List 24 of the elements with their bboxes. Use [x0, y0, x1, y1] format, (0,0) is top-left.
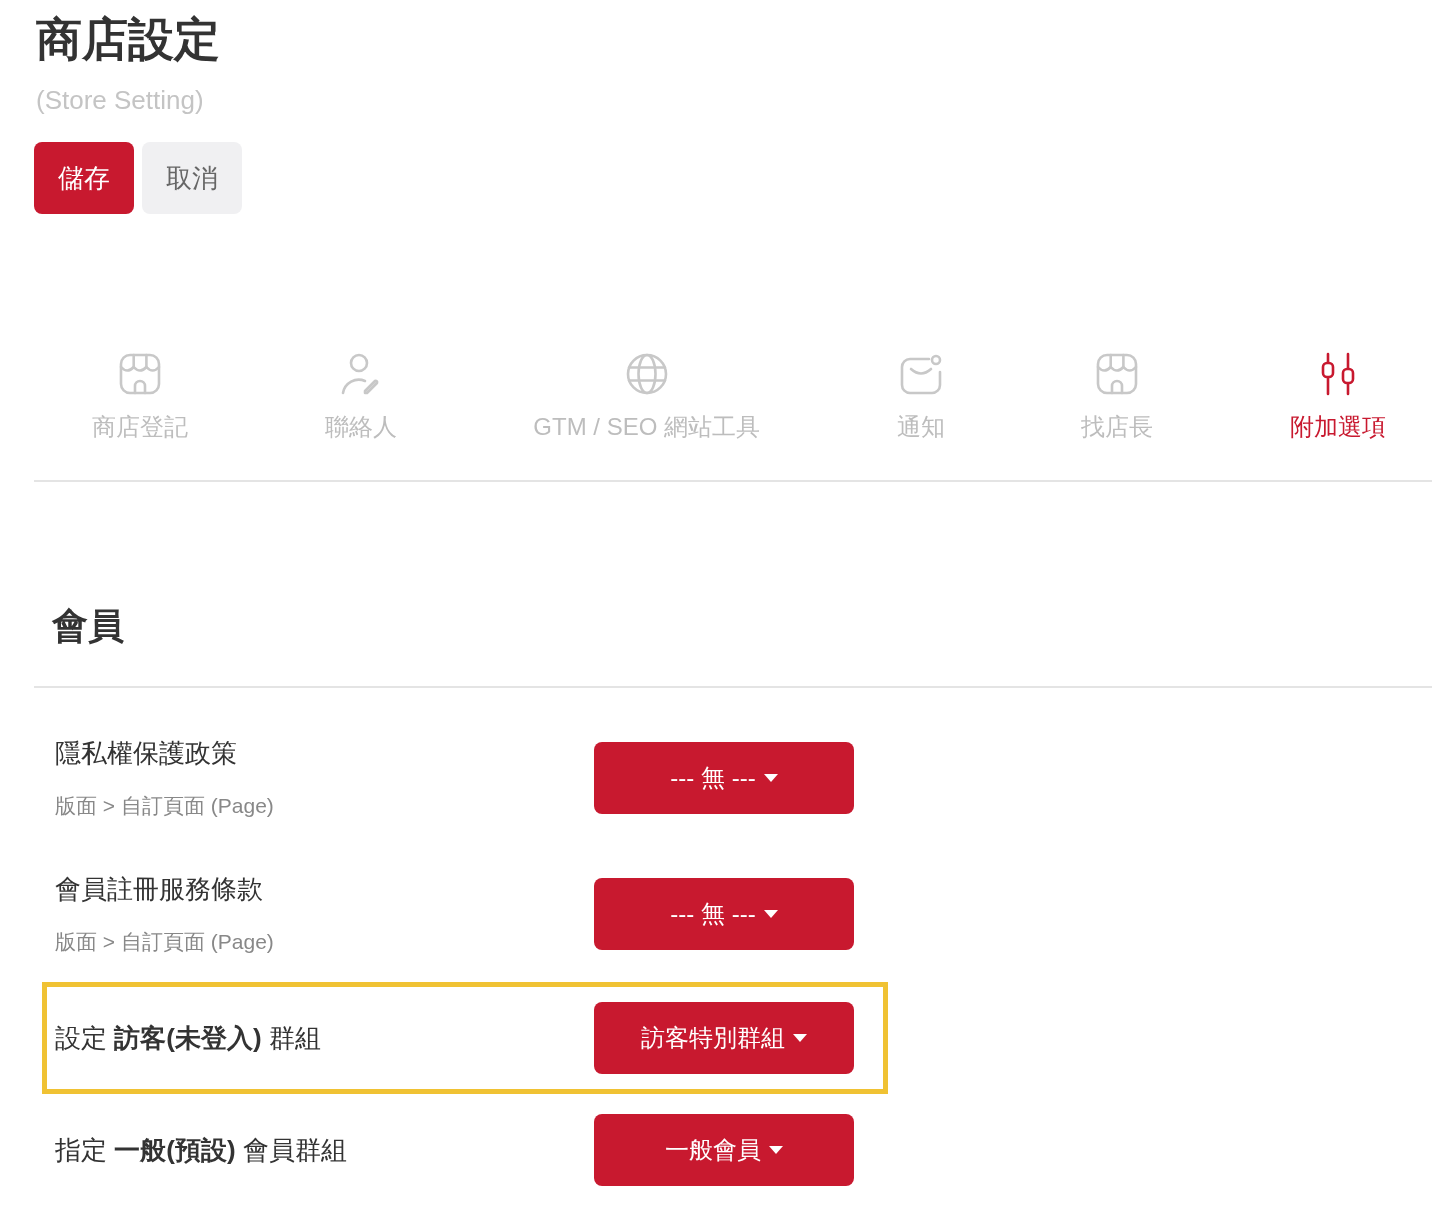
- section-title: 會員: [52, 604, 124, 648]
- caret-icon: [769, 1146, 783, 1154]
- cancel-button[interactable]: 取消: [142, 142, 242, 214]
- select-dropdown[interactable]: --- 無 ---: [594, 878, 854, 950]
- save-button[interactable]: 儲存: [34, 142, 134, 214]
- caret-icon: [763, 910, 778, 918]
- envelope-icon: [898, 352, 943, 396]
- tab[interactable]: 附加選項: [1289, 352, 1386, 442]
- caret-icon: [793, 1034, 807, 1042]
- storefront-icon: [118, 352, 162, 396]
- globe-icon: [624, 352, 669, 396]
- page-title: 商店設定: [36, 12, 220, 67]
- select-dropdown[interactable]: 訪客特別群組: [594, 1002, 854, 1074]
- setting-label: 指定 一般(預設) 會員群組: [55, 1134, 347, 1167]
- setting-hint: 版面 > 自訂頁面 (Page): [55, 793, 274, 819]
- select-dropdown[interactable]: --- 無 ---: [594, 742, 854, 814]
- setting-label: 設定 訪客(未登入) 群組: [55, 1022, 321, 1055]
- storefront-icon: [1095, 352, 1140, 396]
- caret-icon: [763, 774, 778, 782]
- select-dropdown[interactable]: 一般會員: [594, 1114, 854, 1186]
- setting-label: 會員註冊服務條款: [55, 873, 263, 906]
- page-subtitle: (Store Setting): [36, 84, 204, 116]
- setting-label: 隱私權保護政策: [55, 737, 237, 770]
- setting-hint: 版面 > 自訂頁面 (Page): [55, 929, 274, 955]
